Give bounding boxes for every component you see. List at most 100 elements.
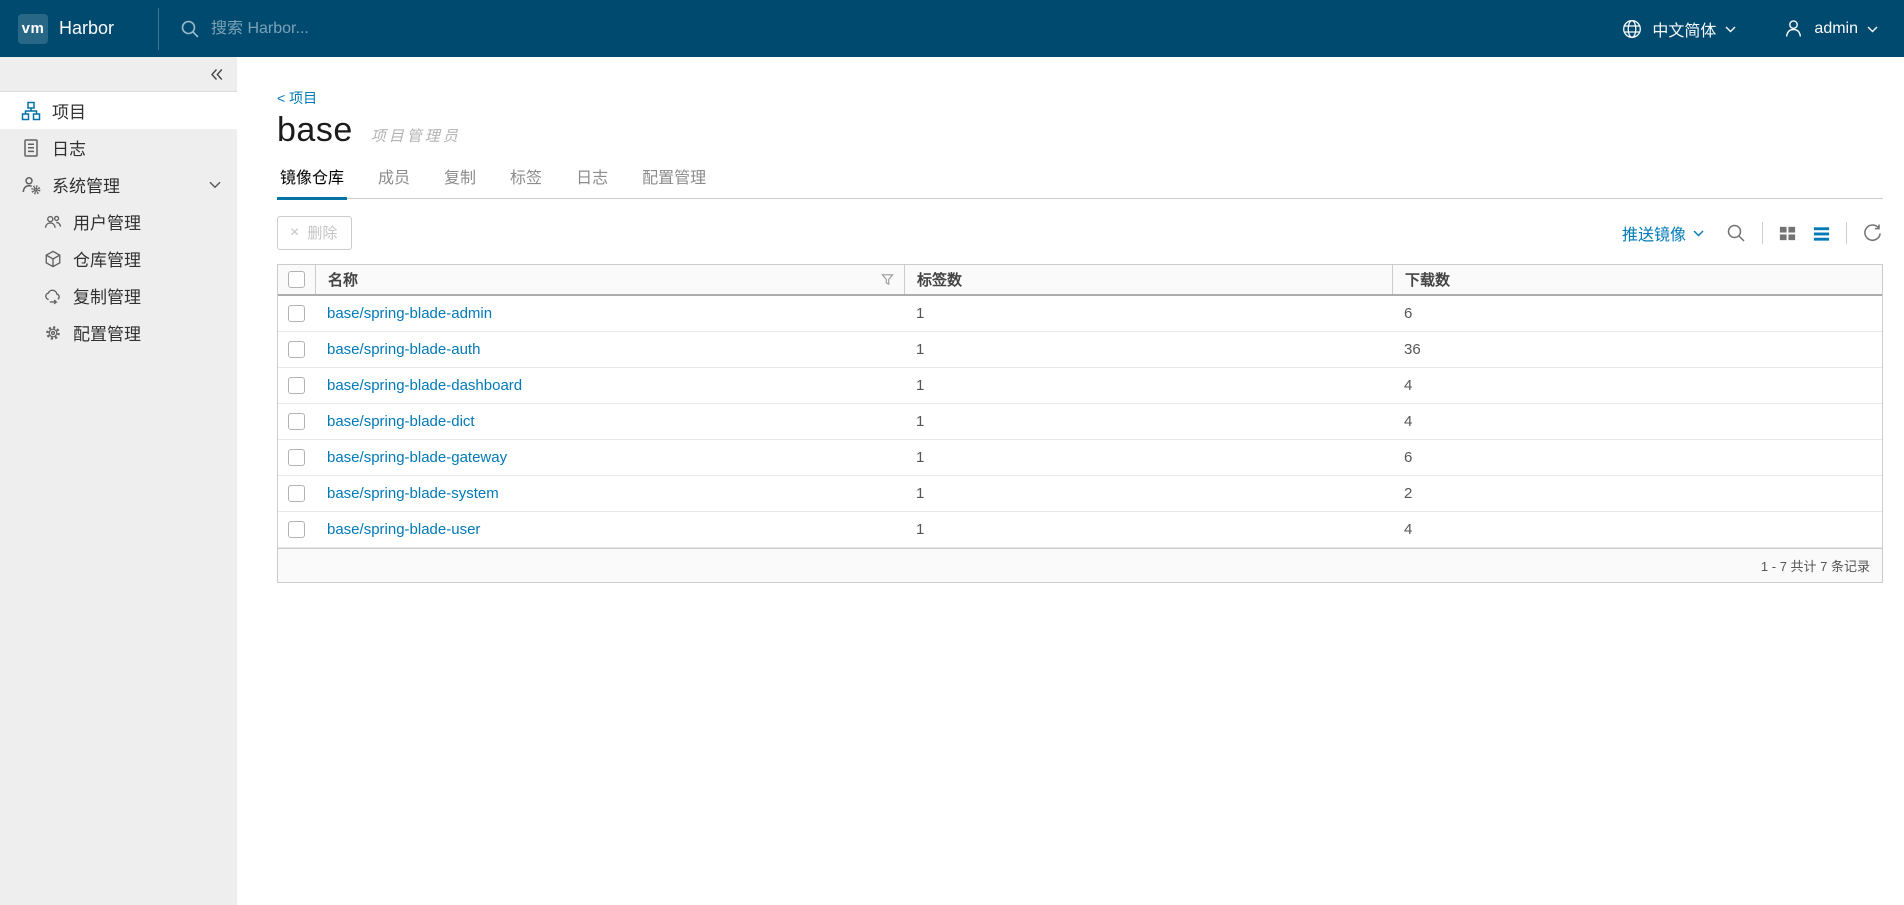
row-checkbox[interactable]: [288, 413, 305, 430]
refresh-icon[interactable]: [1862, 223, 1883, 244]
sidebar-item-label: 仓库管理: [73, 251, 141, 270]
divider: [1762, 222, 1763, 244]
table-row: base/spring-blade-user 1 4: [278, 512, 1882, 548]
repo-link[interactable]: base/spring-blade-auth: [327, 341, 480, 358]
tags-count: 1: [916, 377, 925, 394]
select-all-cell: [278, 265, 315, 294]
tags-count: 1: [916, 449, 925, 466]
row-checkbox[interactable]: [288, 305, 305, 322]
repo-toolbar: × 删除 推送镜像: [277, 216, 1883, 250]
user-menu[interactable]: admin: [1782, 17, 1878, 40]
top-header: vm Harbor 中文简体: [0, 0, 1904, 57]
vmware-logo-text: vm: [21, 20, 45, 37]
pulls-count: 4: [1404, 413, 1413, 430]
sidebar-item-label: 系统管理: [52, 177, 120, 196]
select-all-checkbox[interactable]: [288, 271, 305, 288]
sidebar-item-label: 项目: [52, 103, 86, 122]
push-image-label: 推送镜像: [1621, 227, 1686, 244]
tags-count: 1: [916, 521, 925, 538]
header-actions: 中文简体 admin: [1621, 17, 1904, 41]
chevron-down-icon: [209, 181, 221, 189]
search-icon: [179, 18, 201, 40]
repo-link[interactable]: base/spring-blade-dict: [327, 413, 475, 430]
table-row: base/spring-blade-dashboard 1 4: [278, 368, 1882, 404]
tab-labels[interactable]: 标签: [507, 160, 545, 200]
row-checkbox[interactable]: [288, 485, 305, 502]
sidebar-item-projects[interactable]: 项目: [0, 92, 237, 129]
chevron-down-icon: [1867, 26, 1878, 33]
tab-repositories[interactable]: 镜像仓库: [277, 160, 348, 200]
table-row: base/spring-blade-dict 1 4: [278, 404, 1882, 440]
pulls-count: 2: [1404, 485, 1413, 502]
repo-link[interactable]: base/spring-blade-gateway: [327, 449, 507, 466]
user-icon: [1782, 17, 1805, 40]
table-row: base/spring-blade-admin 1 6: [278, 296, 1882, 332]
delete-button[interactable]: × 删除: [277, 216, 353, 250]
log-icon: [21, 138, 41, 158]
table-row: base/spring-blade-gateway 1 6: [278, 440, 1882, 476]
main-content: < 项目 base 项目管理员 镜像仓库 成员 复制 标签 日志 配置管理 × …: [237, 57, 1904, 905]
filter-search-icon[interactable]: [1725, 222, 1747, 244]
row-checkbox[interactable]: [288, 377, 305, 394]
home-link[interactable]: vm Harbor: [0, 13, 115, 44]
repo-link[interactable]: base/spring-blade-system: [327, 485, 499, 502]
double-chevron-left-icon: [208, 68, 223, 81]
repositories-table: 名称 标签数 下载数 base/spring-blade-admin 1 6 b…: [277, 264, 1883, 583]
app-title: Harbor: [59, 18, 115, 38]
sidebar-collapse-button[interactable]: [0, 57, 237, 92]
sidebar-item-replication-management[interactable]: 复制管理: [0, 277, 237, 314]
tab-configuration[interactable]: 配置管理: [639, 160, 709, 200]
language-selector[interactable]: 中文简体: [1621, 17, 1736, 41]
filter-funnel-icon[interactable]: [881, 273, 894, 286]
sidebar-item-user-management[interactable]: 用户管理: [0, 203, 237, 240]
username-label: admin: [1814, 19, 1858, 37]
tags-count: 1: [916, 305, 925, 322]
tab-replication[interactable]: 复制: [441, 160, 479, 200]
column-header-tags: 标签数: [904, 265, 1392, 294]
language-label: 中文简体: [1652, 22, 1717, 40]
sidebar-item-registry-management[interactable]: 仓库管理: [0, 240, 237, 277]
chevron-down-icon: [1693, 230, 1704, 237]
global-search: [179, 18, 1621, 40]
sidebar-item-config-management[interactable]: 配置管理: [0, 314, 237, 351]
toolbar-right: 推送镜像: [1622, 221, 1883, 245]
column-header-label: 名称: [328, 272, 359, 289]
card-view-icon[interactable]: [1778, 224, 1797, 243]
tab-logs[interactable]: 日志: [573, 160, 611, 200]
divider: [1846, 222, 1847, 244]
column-header-pulls: 下载数: [1392, 265, 1882, 294]
pulls-count: 6: [1404, 305, 1413, 322]
config-icon: [44, 324, 62, 342]
vmware-logo: vm: [18, 13, 48, 44]
search-input[interactable]: [211, 19, 632, 38]
breadcrumb-back-link[interactable]: < 项目: [277, 88, 317, 108]
push-image-dropdown[interactable]: 推送镜像: [1622, 221, 1704, 245]
table-footer: 1 - 7 共计 7 条记录: [278, 548, 1882, 582]
tab-members[interactable]: 成员: [375, 160, 413, 200]
page-title: base: [277, 111, 353, 149]
row-checkbox[interactable]: [288, 341, 305, 358]
repo-link[interactable]: base/spring-blade-user: [327, 521, 480, 538]
pulls-count: 36: [1404, 341, 1421, 358]
tags-count: 1: [916, 413, 925, 430]
close-icon: ×: [290, 223, 300, 241]
sidebar-item-administration[interactable]: 系统管理: [0, 166, 237, 203]
column-header-label: 下载数: [1405, 272, 1451, 289]
record-count: 1 - 7 共计 7 条记录: [1760, 559, 1870, 574]
row-checkbox[interactable]: [288, 449, 305, 466]
tags-count: 1: [916, 341, 925, 358]
repo-link[interactable]: base/spring-blade-admin: [327, 305, 492, 322]
sidebar-item-label: 复制管理: [73, 288, 141, 307]
organization-icon: [21, 101, 41, 121]
sidebar: 项目 日志 系统管理 用户管理 仓库管理 复制管理 配置管理: [0, 57, 237, 905]
sidebar-item-label: 用户管理: [73, 214, 141, 233]
project-tabs: 镜像仓库 成员 复制 标签 日志 配置管理: [277, 160, 1883, 200]
row-checkbox[interactable]: [288, 521, 305, 538]
administration-icon: [21, 175, 41, 195]
sidebar-item-logs[interactable]: 日志: [0, 129, 237, 166]
repo-link[interactable]: base/spring-blade-dashboard: [327, 377, 522, 394]
table-header-row: 名称 标签数 下载数: [278, 265, 1882, 296]
globe-icon: [1621, 18, 1643, 40]
list-view-icon[interactable]: [1812, 224, 1831, 243]
column-header-name: 名称: [315, 265, 904, 294]
